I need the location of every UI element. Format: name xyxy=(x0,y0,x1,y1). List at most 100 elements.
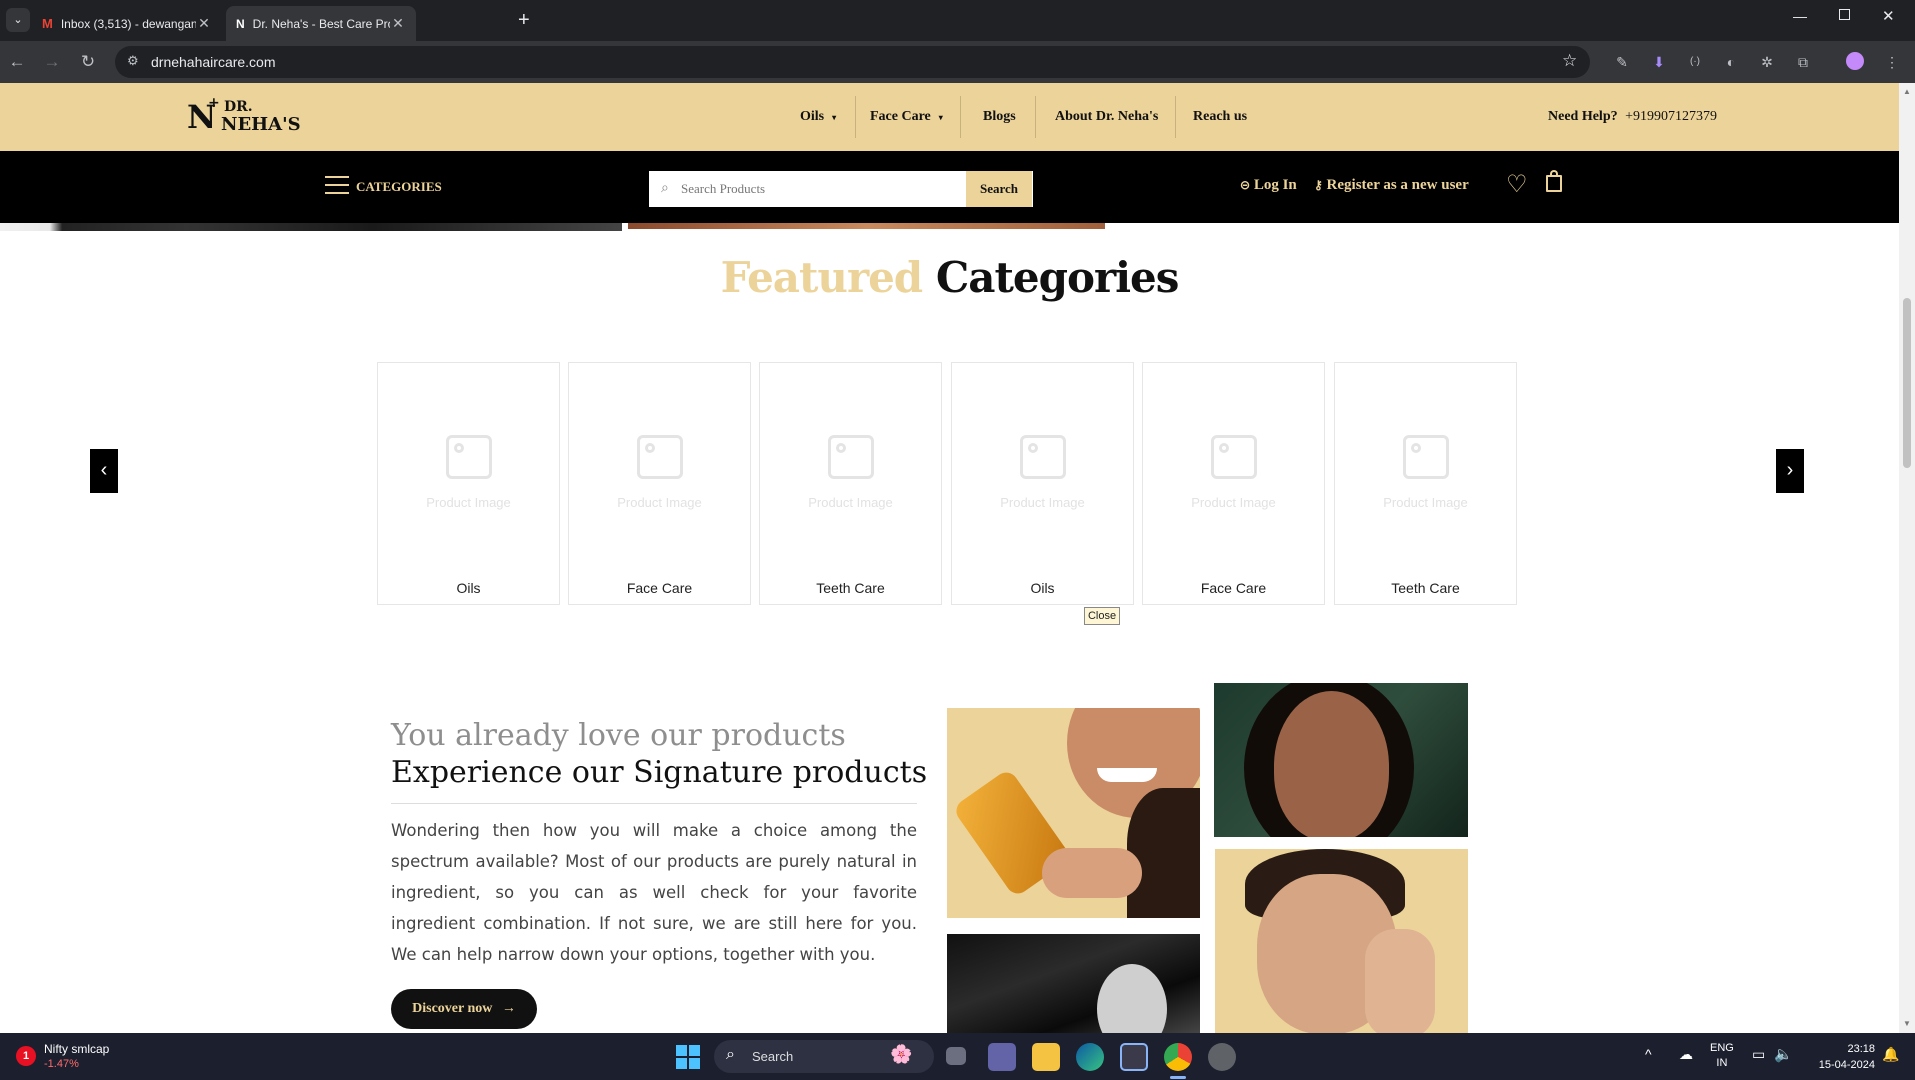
nav-reach-us[interactable]: Reach us xyxy=(1193,105,1247,129)
close-tab-icon[interactable]: ✕ xyxy=(196,15,212,32)
stock-alert-icon: 1 xyxy=(16,1046,36,1066)
help-contact[interactable]: Need Help? +919907127379 xyxy=(1548,105,1717,129)
nav-blogs[interactable]: Blogs xyxy=(983,105,1016,129)
carousel-next-button[interactable]: › xyxy=(1776,449,1804,493)
stock-name: Nifty smlcap xyxy=(44,1042,110,1056)
extension-icon[interactable]: (·) xyxy=(1685,52,1705,72)
hair-model-photo xyxy=(947,934,1200,1033)
category-card[interactable]: Product Image Teeth Care xyxy=(1334,362,1517,605)
notification-bell-icon[interactable]: 🔔 xyxy=(1882,1046,1899,1063)
search-button[interactable]: Search xyxy=(966,171,1032,207)
close-window-icon[interactable]: ✕ xyxy=(1882,7,1895,25)
chrome-icon[interactable] xyxy=(1164,1043,1192,1071)
nav-about[interactable]: About Dr. Neha's xyxy=(1055,105,1158,129)
nav-oils[interactable]: Oils ▾ xyxy=(800,105,836,129)
stock-change: -1.47% xyxy=(44,1058,79,1070)
nav-divider xyxy=(960,96,961,138)
scrollbar-thumb[interactable] xyxy=(1903,298,1911,468)
close-tab-icon[interactable]: ✕ xyxy=(390,15,406,32)
category-card[interactable]: Product Image Oils xyxy=(951,362,1134,605)
featured-categories-title: Featured Categories xyxy=(0,253,1899,302)
signature-description: Wondering then how you will make a choic… xyxy=(391,821,917,964)
category-card[interactable]: Product Image Oils xyxy=(377,362,560,605)
placeholder-text: Product Image xyxy=(426,495,511,510)
browser-tab-bar: ⌄ M Inbox (3,513) - dewangandipen ✕ N Dr… xyxy=(0,0,1915,41)
reload-icon[interactable]: ↻ xyxy=(77,51,99,73)
search-icon: ⌕ xyxy=(726,1046,735,1063)
category-name: Face Care xyxy=(626,580,693,596)
language-code: ENG xyxy=(1710,1042,1734,1054)
face-shape xyxy=(1097,964,1167,1033)
back-icon[interactable]: ← xyxy=(6,51,28,73)
wishlist-heart-icon[interactable]: ♡ xyxy=(1506,170,1528,199)
hand-shape xyxy=(1042,848,1142,898)
windows-start-icon[interactable] xyxy=(676,1045,700,1069)
tab-inbox[interactable]: M Inbox (3,513) - dewangandipen ✕ xyxy=(32,6,222,41)
search-placeholder: Search Products xyxy=(681,181,766,196)
eyedropper-extension-icon[interactable]: ✎ xyxy=(1612,52,1632,72)
network-icon[interactable]: ▭ xyxy=(1752,1046,1765,1063)
register-icon: ⚷ xyxy=(1314,178,1323,192)
tab-dr-nehas[interactable]: N Dr. Neha's - Best Care Products ✕ xyxy=(226,6,416,41)
tab-search-dropdown[interactable]: ⌄ xyxy=(6,8,30,32)
store-icon[interactable] xyxy=(1120,1043,1148,1071)
clock-time: 23:18 xyxy=(1847,1043,1875,1055)
signature-heading: Experience our Signature products xyxy=(391,755,928,790)
placeholder-text: Product Image xyxy=(808,495,893,510)
carousel-prev-button[interactable]: ‹ xyxy=(90,449,118,493)
settings-extension-icon[interactable]: ✲ xyxy=(1757,52,1777,72)
teams-icon[interactable] xyxy=(988,1043,1016,1071)
task-view-icon[interactable] xyxy=(946,1047,966,1065)
restore-icon[interactable] xyxy=(1839,9,1850,20)
menu-kebab-icon[interactable]: ⋮ xyxy=(1882,52,1902,72)
volume-icon[interactable]: 🔈 xyxy=(1774,1045,1793,1063)
chevron-down-icon: ▾ xyxy=(832,113,837,122)
nav-face-care[interactable]: Face Care ▾ xyxy=(870,105,943,129)
stock-widget[interactable]: 1 Nifty smlcap -1.47% xyxy=(16,1042,136,1074)
shopping-bag-icon[interactable] xyxy=(1546,170,1562,192)
search-icon: ⌕ xyxy=(661,179,669,195)
category-card[interactable]: Product Image Teeth Care xyxy=(759,362,942,605)
logo-name: NEHA'S xyxy=(221,114,301,135)
man-skincare-photo xyxy=(1215,849,1468,1033)
nav-oils-label: Oils xyxy=(800,109,825,124)
category-card[interactable]: Product Image Face Care xyxy=(568,362,751,605)
scroll-down-arrow[interactable]: ▼ xyxy=(1903,1019,1911,1028)
login-link[interactable]: ⊝ Log In xyxy=(1240,177,1297,194)
download-extension-icon[interactable]: ⬇ xyxy=(1649,52,1669,72)
smile-shape xyxy=(1097,768,1157,782)
discover-now-button[interactable]: Discover now → xyxy=(391,989,537,1029)
gmail-icon: M xyxy=(42,16,53,31)
page-scrollbar[interactable]: ▲ ▼ xyxy=(1899,83,1915,1033)
taskbar-search[interactable]: ⌕ Search 🌸 xyxy=(714,1040,934,1073)
site-info-icon[interactable]: ⚙ xyxy=(127,53,139,69)
show-hidden-icons-chevron[interactable]: ^ xyxy=(1645,1046,1652,1062)
image-placeholder-icon xyxy=(446,435,492,479)
minimize-icon[interactable]: — xyxy=(1793,8,1807,24)
category-card[interactable]: Product Image Face Care xyxy=(1142,362,1325,605)
forward-icon[interactable]: → xyxy=(41,51,63,73)
windows-taskbar: 1 Nifty smlcap -1.47% ⌕ Search 🌸 ^ ☁ ENG… xyxy=(0,1033,1915,1080)
file-explorer-icon[interactable] xyxy=(1032,1043,1060,1071)
new-tab-icon[interactable]: + xyxy=(518,9,530,32)
close-button[interactable]: Close xyxy=(1084,607,1120,625)
hair-shape xyxy=(1127,788,1200,918)
profile-avatar-icon[interactable] xyxy=(1846,52,1864,70)
settings-icon[interactable] xyxy=(1208,1043,1236,1071)
language-indicator[interactable]: ENG IN xyxy=(1710,1041,1734,1071)
edge-icon[interactable] xyxy=(1076,1043,1104,1071)
dark-mode-extension-icon[interactable]: ◐ xyxy=(1721,52,1741,72)
url-text: drnehahaircare.com xyxy=(151,54,276,70)
clock[interactable]: 23:18 15-04-2024 xyxy=(1805,1041,1875,1073)
register-link[interactable]: ⚷ Register as a new user xyxy=(1314,177,1469,194)
hand-shape xyxy=(1365,929,1435,1033)
site-favicon: N xyxy=(236,16,245,31)
bookmark-star-icon[interactable]: ☆ xyxy=(1562,51,1577,71)
scroll-up-arrow[interactable]: ▲ xyxy=(1903,87,1911,96)
region-code: IN xyxy=(1716,1057,1728,1069)
register-label: Register as a new user xyxy=(1326,177,1469,193)
address-bar[interactable]: ⚙ drnehahaircare.com ☆ xyxy=(115,46,1590,78)
extensions-puzzle-icon[interactable]: ⧉ xyxy=(1793,52,1813,72)
onedrive-icon[interactable]: ☁ xyxy=(1679,1046,1693,1063)
chevron-down-icon: ▾ xyxy=(938,113,943,122)
